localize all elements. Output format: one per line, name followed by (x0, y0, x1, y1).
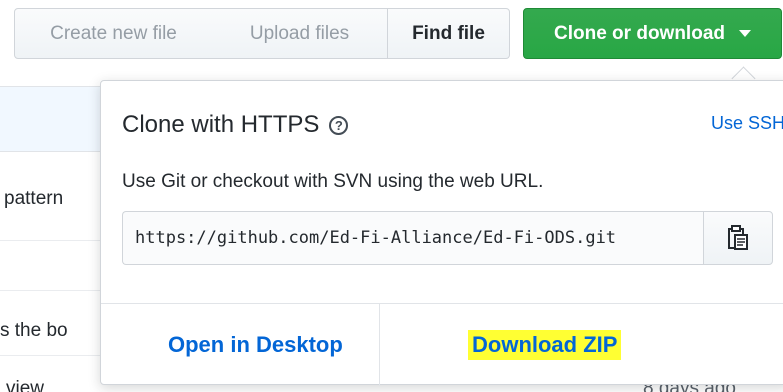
open-in-desktop-button[interactable]: Open in Desktop (101, 304, 380, 386)
download-zip-label: Download ZIP (468, 330, 622, 360)
caret-down-icon (739, 30, 751, 37)
clone-popover-footer: Open in Desktop Download ZIP (101, 303, 783, 386)
clipboard-icon (728, 225, 748, 250)
clone-description: Use Git or checkout with SVN using the w… (122, 171, 544, 192)
clone-title-text: Clone with HTTPS (122, 111, 320, 138)
use-ssh-link[interactable]: Use SSH (711, 113, 783, 134)
question-circle-icon[interactable]: ? (329, 115, 349, 135)
clone-url-group (122, 211, 773, 265)
find-file-button[interactable]: Find file (388, 8, 510, 59)
file-row-text: s the bo (0, 320, 68, 341)
repo-page: pattern s the bo view 8 days ago Create … (0, 0, 783, 392)
upload-files-button[interactable]: Upload files (212, 8, 388, 59)
copy-url-button[interactable] (703, 211, 773, 265)
clone-button-label: Clone or download (554, 22, 725, 44)
download-zip-button[interactable]: Download ZIP (380, 304, 783, 386)
file-row-text: pattern (4, 188, 64, 209)
clone-url-input[interactable] (122, 211, 703, 265)
clone-or-download-button[interactable]: Clone or download (523, 8, 782, 59)
file-row-text: view (6, 378, 45, 392)
clone-title: Clone with HTTPS ? (122, 111, 349, 139)
create-new-file-button[interactable]: Create new file (14, 8, 213, 59)
clone-popover: Clone with HTTPS ? Use SSH Use Git or ch… (100, 80, 783, 386)
